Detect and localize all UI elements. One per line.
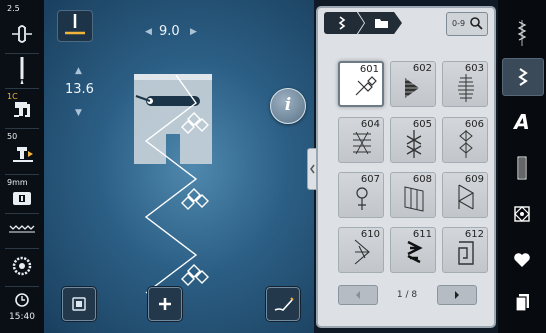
stitch-tile-604[interactable]: 604 xyxy=(338,117,384,163)
decorative-stitch-icon xyxy=(518,68,528,86)
stitch-length-value[interactable]: 13.6 xyxy=(65,82,94,97)
stitch-tile-603[interactable]: 603 xyxy=(442,61,488,107)
stitch-number: 609 xyxy=(464,174,484,185)
status-column: 2.5 1C 50 9mm 15:40 xyxy=(0,0,44,333)
alphabets-button[interactable]: A xyxy=(502,104,542,140)
clock-button[interactable]: 15:40 xyxy=(0,287,44,333)
thread-tension-button[interactable]: 1C xyxy=(0,89,44,127)
stitch-tile-605[interactable]: 605 xyxy=(390,117,436,163)
stitch-number: 602 xyxy=(412,63,432,74)
presser-foot-pressure-button[interactable]: 50 xyxy=(0,129,44,173)
edit-stitch-button[interactable] xyxy=(266,287,300,321)
combine-mode-button[interactable] xyxy=(148,287,182,321)
search-icon xyxy=(470,17,483,30)
needle-stop-icon xyxy=(65,14,85,35)
number-search-button[interactable]: 0-9 xyxy=(446,12,488,36)
favorites-button[interactable] xyxy=(502,240,542,276)
width-increase-arrow[interactable]: ▶ xyxy=(190,27,197,37)
needle-position-icon xyxy=(12,25,32,43)
stitch-tile-602[interactable]: 602 xyxy=(390,61,436,107)
memory-button[interactable] xyxy=(502,285,542,321)
needle-icon xyxy=(20,57,24,84)
needle-position-button[interactable]: 2.5 xyxy=(0,0,44,52)
presser-foot-icon xyxy=(14,102,30,117)
zigzag-icon xyxy=(338,16,346,30)
bobbin-icon xyxy=(12,256,32,276)
plus-icon xyxy=(159,298,171,310)
stitch-tile-611[interactable]: 611 xyxy=(390,227,436,273)
feed-dog-button[interactable] xyxy=(0,214,44,247)
arrow-right-icon xyxy=(455,291,459,299)
next-page-button[interactable] xyxy=(437,285,477,305)
alphabet-icon: A xyxy=(514,110,530,134)
stitch-tile-608[interactable]: 608 xyxy=(390,172,436,218)
clock-time: 15:40 xyxy=(9,312,35,322)
stitch-number: 606 xyxy=(464,119,484,130)
info-button[interactable]: i xyxy=(270,88,306,124)
quilt-stitches-button[interactable] xyxy=(502,196,542,232)
stitch-selection-panel xyxy=(316,6,496,328)
needle-select-button[interactable] xyxy=(0,54,44,87)
square-icon xyxy=(72,297,86,311)
straight-stitch-icon xyxy=(517,20,527,46)
info-icon: i xyxy=(284,95,292,115)
buttonhole-icon xyxy=(517,156,527,180)
needle-stop-button[interactable] xyxy=(57,10,93,42)
decorative-stitches-button[interactable] xyxy=(502,58,544,96)
arrow-left-icon xyxy=(356,291,360,299)
stitch-tile-607[interactable]: 607 xyxy=(338,172,384,218)
sewing-machine-screen: 2.5 1C 50 9mm 15:40 ◀ 9.0 ▶ ▲ 13.6 ▼ i 0… xyxy=(0,0,546,333)
buttonholes-button[interactable] xyxy=(502,150,542,186)
stitch-number: 601 xyxy=(359,64,379,75)
stitch-number: 605 xyxy=(412,119,432,130)
length-decrease-arrow[interactable]: ▼ xyxy=(75,108,82,118)
stitch-view: ◀ 9.0 ▶ ▲ 13.6 ▼ i xyxy=(44,0,314,333)
clock-icon xyxy=(15,293,29,307)
breadcrumb-stitch-category[interactable] xyxy=(324,12,364,34)
stitch-number: 608 xyxy=(412,174,432,185)
width-decrease-arrow[interactable]: ◀ xyxy=(145,27,152,37)
practical-stitches-button[interactable] xyxy=(502,14,542,50)
category-menu: A xyxy=(498,0,546,333)
search-label: 0-9 xyxy=(452,19,466,28)
heart-icon xyxy=(514,253,530,267)
stitch-tile-606[interactable]: 606 xyxy=(442,117,488,163)
stitch-number: 612 xyxy=(464,229,484,240)
stitch-tile-601[interactable]: 601 xyxy=(338,61,384,107)
stitch-tile-610[interactable]: 610 xyxy=(338,227,384,273)
pattern-start-button[interactable] xyxy=(62,287,96,321)
stitch-preview xyxy=(144,75,209,294)
stitch-number: 604 xyxy=(360,119,380,130)
stitch-width-value[interactable]: 9.0 xyxy=(159,24,180,39)
stitch-plate-button[interactable]: 9mm xyxy=(0,175,44,212)
edit-icon xyxy=(274,297,294,311)
stitch-plate-icon xyxy=(13,192,31,205)
quilt-icon xyxy=(514,206,530,222)
stitch-number: 603 xyxy=(464,63,484,74)
foot-pressure-icon xyxy=(13,147,33,162)
feed-dog-icon xyxy=(9,225,35,233)
stitch-tile-609[interactable]: 609 xyxy=(442,172,488,218)
page-indicator: 1 / 8 xyxy=(396,290,418,300)
stitch-number: 607 xyxy=(360,174,380,185)
prev-page-button[interactable] xyxy=(338,285,378,305)
bobbin-button[interactable] xyxy=(0,249,44,285)
length-increase-arrow[interactable]: ▲ xyxy=(75,66,82,76)
memory-icon xyxy=(515,294,529,312)
stitch-tile-612[interactable]: 612 xyxy=(442,227,488,273)
stitch-number: 611 xyxy=(412,229,432,240)
stitch-number: 610 xyxy=(360,229,380,240)
